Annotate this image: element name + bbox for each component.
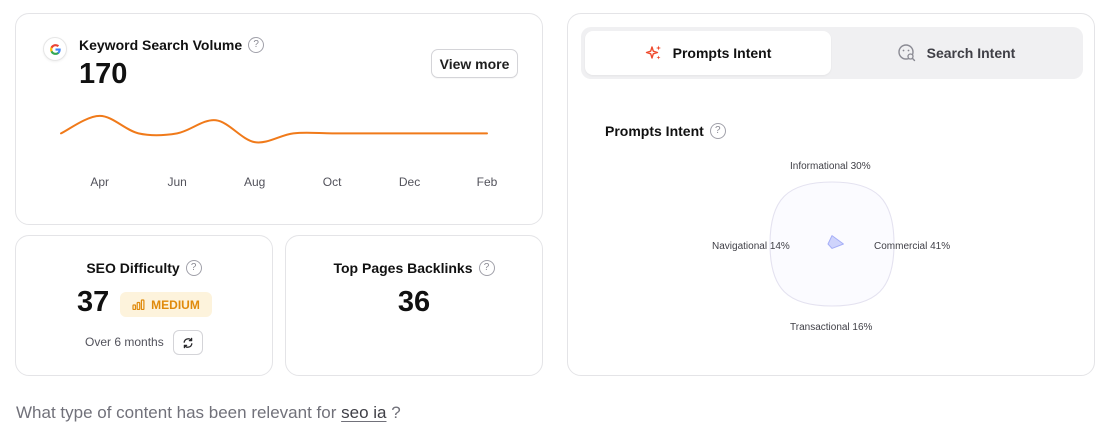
refresh-icon — [183, 337, 193, 348]
difficulty-level-label: MEDIUM — [151, 297, 200, 312]
signal-bars-icon — [132, 299, 145, 310]
x-tick-label: Aug — [244, 175, 265, 189]
seo-difficulty-card: SEO Difficulty ? 37 MEDIUM Over 6 months — [15, 235, 273, 376]
backlinks-label: Top Pages Backlinks — [333, 260, 473, 276]
backlinks-title: Top Pages Backlinks ? — [286, 260, 542, 276]
x-tick-label: Jun — [168, 175, 187, 189]
x-tick-label: Dec — [399, 175, 420, 189]
intent-card: Prompts Intent Search Intent Prompts Int… — [567, 13, 1095, 376]
radar-label-commercial: Commercial 41% — [874, 241, 951, 252]
seo-difficulty-value: 37 — [77, 286, 110, 318]
difficulty-period-label: Over 6 months — [85, 335, 164, 349]
search-volume-chart: Apr Jun Aug Oct Dec Feb — [60, 114, 498, 189]
backlinks-value: 36 — [397, 286, 431, 318]
seo-difficulty-title: SEO Difficulty ? — [16, 260, 272, 276]
x-tick-label: Feb — [477, 175, 498, 189]
radar-label-navigational: Navigational 14% — [712, 241, 790, 252]
volume-line — [60, 114, 488, 144]
radar-label-transactional: Transactional 16% — [790, 322, 873, 333]
x-tick-label: Apr — [90, 175, 109, 189]
question-prefix: What type of content has been relevant f… — [16, 403, 337, 422]
x-tick-label: Oct — [323, 175, 342, 189]
keyword-link[interactable]: seo ia — [341, 403, 386, 422]
radar-label-informational: Informational 30% — [790, 161, 871, 172]
question-suffix: ? — [391, 403, 401, 422]
refresh-button[interactable] — [173, 330, 203, 355]
seo-difficulty-label: SEO Difficulty — [86, 260, 180, 276]
content-question: What type of content has been relevant f… — [16, 403, 401, 423]
backlinks-card: Top Pages Backlinks ? 36 — [285, 235, 543, 376]
difficulty-level-badge: MEDIUM — [120, 292, 212, 317]
keyword-volume-card: Keyword Search Volume ? 170 View more Ap… — [15, 13, 543, 225]
help-icon[interactable]: ? — [478, 260, 495, 276]
help-icon[interactable]: ? — [185, 260, 202, 276]
